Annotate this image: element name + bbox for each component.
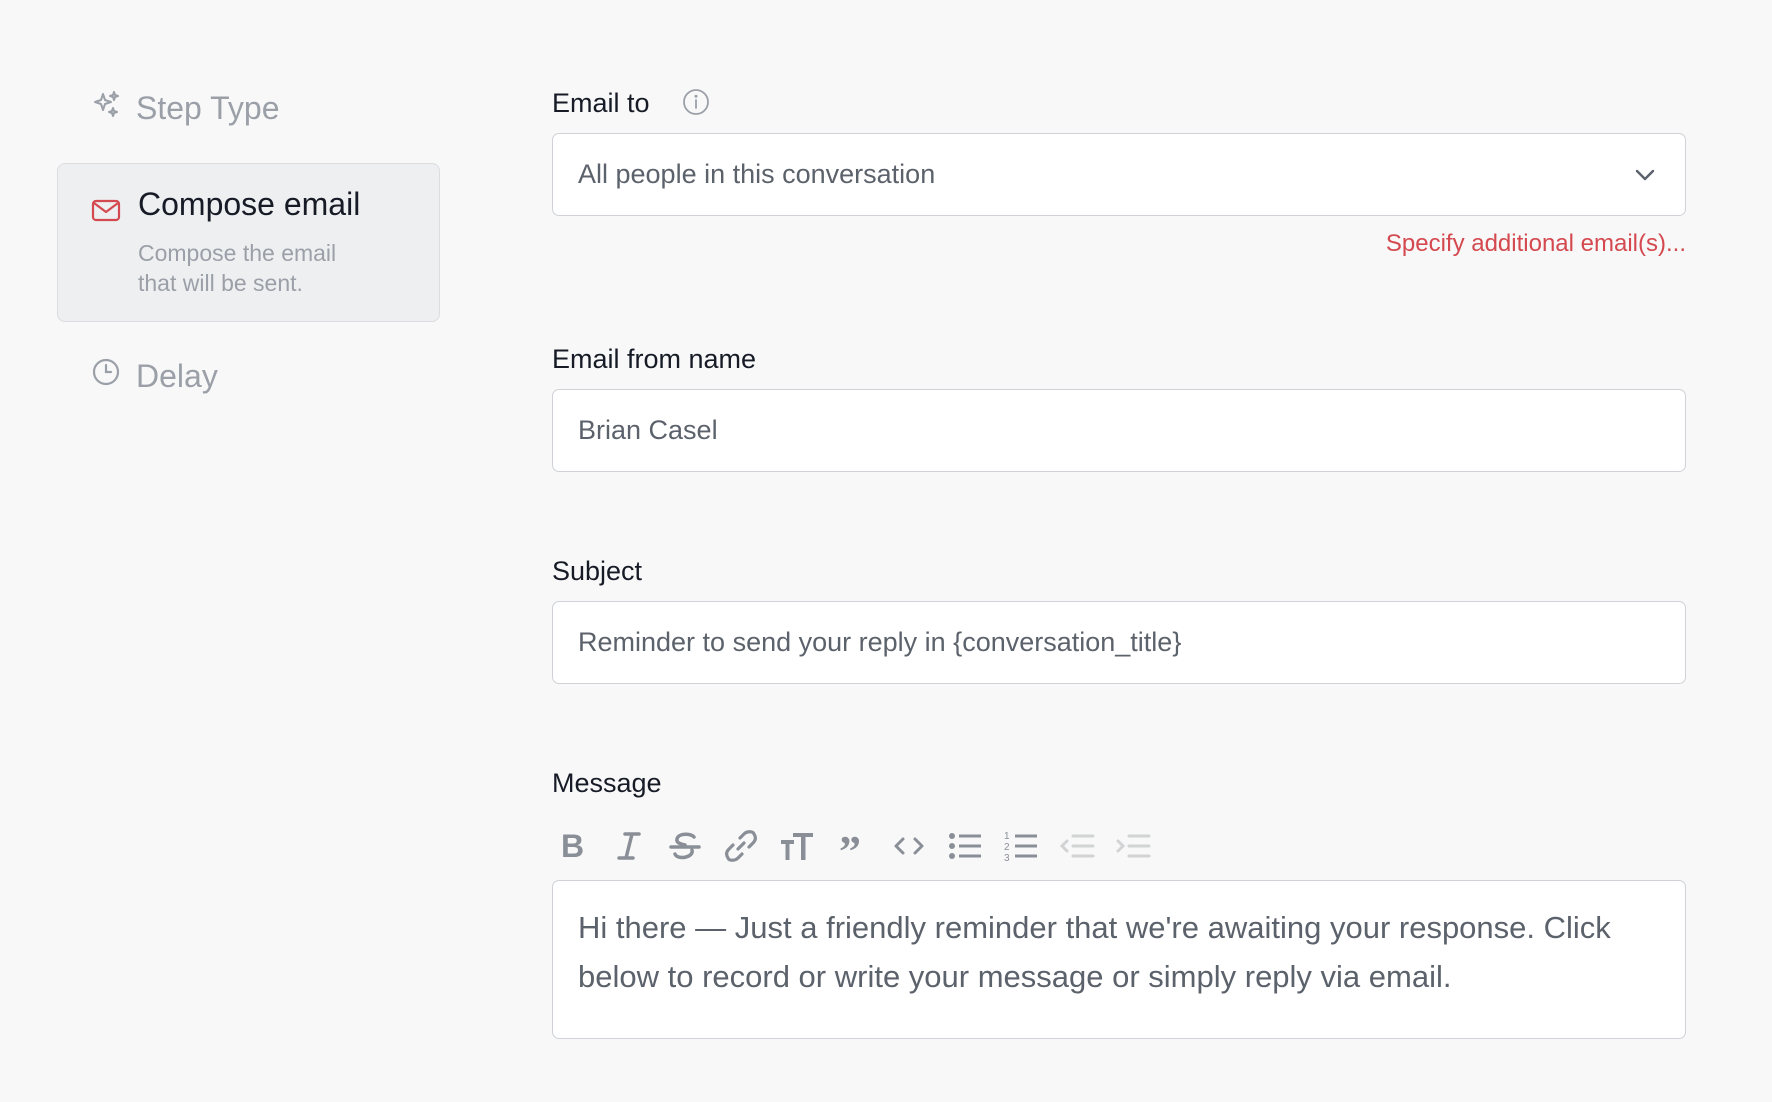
envelope-icon [90,194,122,226]
svg-text:1: 1 [1004,831,1010,842]
compose-email-title: Compose email [138,186,361,222]
svg-text:”: ” [839,828,861,864]
bold-icon[interactable]: B [552,825,594,867]
quote-icon[interactable]: ” [832,825,874,867]
subject-value: Reminder to send your reply in {conversa… [578,627,1182,657]
sidebar-item-step-type[interactable]: Step Type [90,88,280,128]
sidebar-item-delay[interactable]: Delay [90,356,218,396]
compose-email-description: Compose the email that will be sent. [138,240,337,296]
message-label: Message [552,768,662,798]
outdent-icon[interactable] [1056,825,1098,867]
email-from-name-value: Brian Casel [578,415,718,445]
email-to-value: All people in this conversation [578,159,936,189]
strikethrough-icon[interactable] [664,825,706,867]
message-value: Hi there — Just a friendly reminder that… [578,910,1611,994]
code-icon[interactable] [888,825,930,867]
link-icon[interactable] [720,825,762,867]
heading-icon[interactable] [776,825,818,867]
svg-text:B: B [561,828,584,864]
message-toolbar: B ” 1 2 3 [552,822,1154,870]
chevron-down-icon [1630,160,1660,190]
delay-label: Delay [136,357,218,394]
email-to-label: Email to [552,88,650,118]
svg-text:3: 3 [1004,853,1010,864]
sidebar-item-compose-email[interactable]: Compose email Compose the email that wil… [57,163,440,322]
specify-additional-emails-link[interactable]: Specify additional email(s)... [1386,230,1686,258]
subject-label: Subject [552,556,643,586]
numbered-list-icon[interactable]: 1 2 3 [1000,825,1042,867]
italic-icon[interactable] [608,825,650,867]
indent-icon[interactable] [1112,825,1154,867]
bullet-list-icon[interactable] [944,825,986,867]
sparkles-icon [90,88,122,128]
email-to-select[interactable]: All people in this conversation [552,133,1686,216]
svg-text:2: 2 [1004,842,1010,853]
message-editor[interactable]: Hi there — Just a friendly reminder that… [552,880,1686,1039]
step-type-label: Step Type [136,89,280,126]
subject-input[interactable]: Reminder to send your reply in {conversa… [552,601,1686,684]
clock-icon [90,356,122,396]
email-from-name-label: Email from name [552,344,757,374]
step-sidebar: Step Type Compose email Compose the emai… [0,0,450,1102]
info-icon[interactable] [682,88,710,116]
email-from-name-input[interactable]: Brian Casel [552,389,1686,472]
